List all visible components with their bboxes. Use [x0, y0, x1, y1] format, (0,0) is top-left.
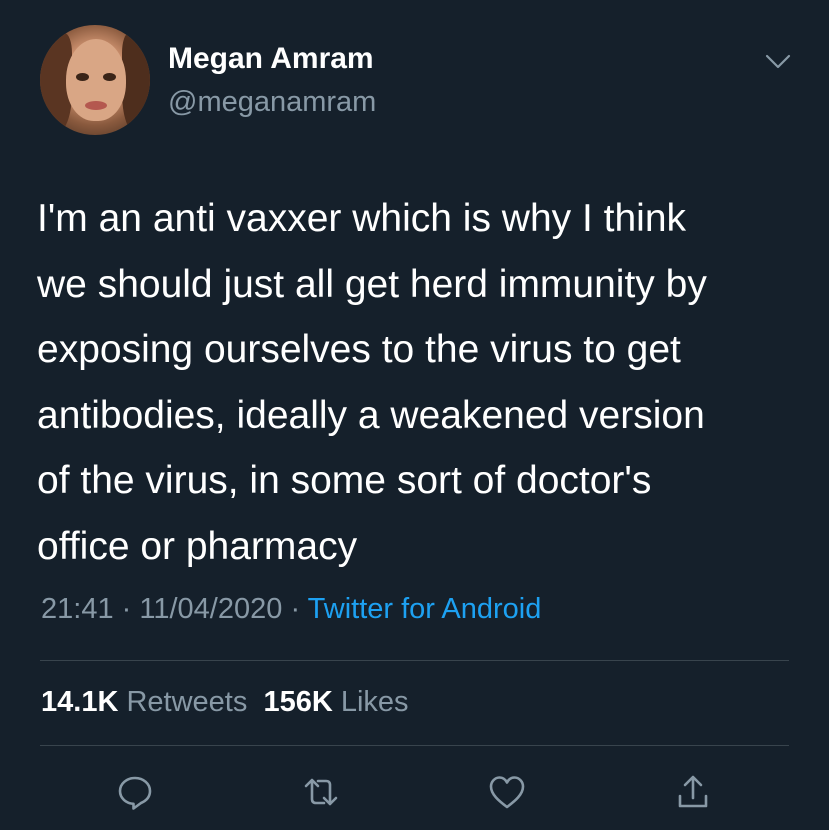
tweet-text: I'm an anti vaxxer which is why I think …: [37, 186, 807, 579]
tweet-source-link[interactable]: Twitter for Android: [308, 593, 542, 625]
retweets-count: 14.1K: [41, 686, 119, 718]
reply-icon: [118, 776, 152, 810]
reply-button[interactable]: [113, 770, 157, 814]
tweet-meta: 21:41 · 11/04/2020 · Twitter for Android: [41, 593, 541, 626]
share-icon: [678, 775, 708, 808]
tweet-time: 21:41: [41, 593, 114, 625]
meta-separator: ·: [121, 593, 132, 625]
tweet-text-line: antibodies, ideally a weakened version: [37, 393, 705, 437]
avatar-mouth: [85, 101, 107, 110]
chevron-down-icon[interactable]: [763, 48, 793, 74]
avatar-eye-left: [76, 73, 89, 81]
tweet-date: 11/04/2020: [139, 593, 283, 625]
like-icon: [489, 776, 525, 809]
retweet-button[interactable]: [299, 770, 343, 814]
divider: [40, 660, 789, 661]
likes-label: Likes: [340, 686, 409, 718]
share-button[interactable]: [671, 770, 715, 814]
tweet-text-line: of the virus, in some sort of doctor's: [37, 459, 652, 502]
author-name[interactable]: Megan Amram: [168, 42, 374, 76]
avatar-eye-right: [103, 73, 116, 81]
author-handle[interactable]: @meganamram: [168, 86, 376, 119]
like-button[interactable]: [485, 770, 529, 814]
likes-count: 156K: [263, 686, 333, 718]
avatar[interactable]: [40, 25, 150, 135]
tweet-text-line: office or pharmacy: [37, 524, 358, 568]
retweets-label: Retweets: [126, 686, 248, 718]
retweet-icon: [304, 778, 338, 806]
meta-separator: ·: [290, 593, 301, 625]
tweet-stats: 14.1K Retweets 156K Likes: [41, 686, 409, 719]
tweet: Megan Amram @meganamram I'm an anti vaxx…: [0, 0, 829, 830]
avatar-hair-right: [122, 33, 150, 133]
divider: [40, 745, 789, 746]
avatar-face: [66, 39, 126, 121]
retweets-stat[interactable]: 14.1K Retweets: [41, 686, 247, 718]
tweet-text-line: exposing ourselves to the virus to get: [37, 328, 681, 371]
tweet-text-line: I'm an anti vaxxer which is why I think: [37, 197, 687, 240]
likes-stat[interactable]: 156K Likes: [263, 686, 408, 718]
tweet-text-line: we should just all get herd immunity by: [37, 262, 707, 306]
